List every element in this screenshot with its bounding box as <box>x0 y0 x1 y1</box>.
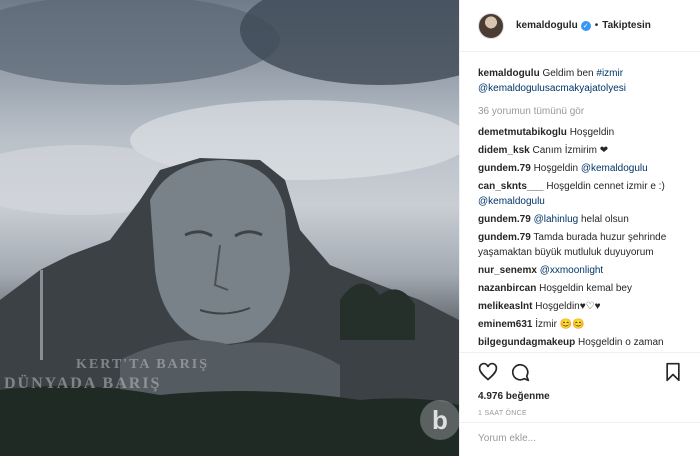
comment-item: gundem.79 @lahinlug helal olsun <box>478 212 682 227</box>
comment-icon[interactable] <box>510 362 530 382</box>
comment-item: demetmutabikoglu Hoşgeldin <box>478 125 682 140</box>
comment-item: nazanbircan Hoşgeldin kemal bey <box>478 281 682 296</box>
watermark-logo: b <box>420 400 459 440</box>
post-caption: kemaldogulu Geldim ben #izmir @kemaldogu… <box>478 66 682 96</box>
comment-item: can_sknts___ Hoşgeldin cennet izmir e :)… <box>478 179 682 209</box>
monument-inscription-bottom: DÜNYADA BARIŞ <box>4 375 162 392</box>
post-actions: 4.976 beğenme 1 SAAT ÖNCE <box>460 352 700 422</box>
avatar[interactable] <box>478 12 504 39</box>
post-header: kemaldogulu ✓ • Takiptesin <box>460 0 700 52</box>
comment-item: bilgegundagmakeup Hoşgeldin o zaman <box>478 335 682 349</box>
comment-item: melikeaslnt Hoşgeldin♥♡♥ <box>478 299 682 314</box>
instagram-post: KERT'TA BARIŞ DÜNYADA BARIŞ b kemaldogul… <box>0 0 700 456</box>
comment-text: Canım İzmirim ❤ <box>532 145 609 156</box>
bookmark-icon[interactable] <box>663 362 683 382</box>
comment-username[interactable]: gundem.79 <box>478 163 531 174</box>
comment-item: gundem.79 Hoşgeldin @kemaldogulu <box>478 161 682 176</box>
caption-text: Geldim ben <box>542 68 594 79</box>
post-timestamp: 1 SAAT ÖNCE <box>478 410 527 417</box>
comment-text: İzmir 😊😊 <box>535 319 585 330</box>
comment-mention[interactable]: @kemaldogulu <box>478 196 545 207</box>
comment-username[interactable]: gundem.79 <box>478 214 531 225</box>
following-button[interactable]: Takiptesin <box>602 20 651 31</box>
comment-text: Hoşgeldin kemal bey <box>539 283 632 294</box>
comment-text: Hoşgeldin o zaman <box>578 337 664 348</box>
comments-list: kemaldogulu Geldim ben #izmir @kemaldogu… <box>460 52 700 349</box>
add-comment-field[interactable]: Yorum ekle... <box>460 422 700 456</box>
header-username[interactable]: kemaldogulu <box>516 20 578 31</box>
comment-text: helal olsun <box>580 214 629 225</box>
like-count[interactable]: 4.976 beğenme <box>478 391 683 402</box>
comment-item: didem_ksk Canım İzmirim ❤ <box>478 143 682 158</box>
comment-text: Hoşgeldin♥♡♥ <box>535 301 601 312</box>
comment-username[interactable]: melikeaslnt <box>478 301 532 312</box>
comment-username[interactable]: eminem631 <box>478 319 532 330</box>
caption-username[interactable]: kemaldogulu <box>478 68 540 79</box>
view-all-comments-link[interactable]: 36 yorumun tümünü gör <box>478 106 682 117</box>
comment-username[interactable]: bilgegundagmakeup <box>478 337 575 348</box>
comment-text: Hoşgeldin cennet izmir e :) <box>546 181 665 192</box>
verified-badge-icon: ✓ <box>580 20 591 31</box>
comment-username[interactable]: can_sknts___ <box>478 181 544 192</box>
comment-username[interactable]: demetmutabikoglu <box>478 127 567 138</box>
comment-text: Hoşgeldin <box>533 163 579 174</box>
comment-username[interactable]: nur_senemx <box>478 265 537 276</box>
comment-text: Hoşgeldin <box>569 127 615 138</box>
comment-item: eminem631 İzmir 😊😊 <box>478 317 682 332</box>
comment-mention[interactable]: @kemaldogulu <box>581 163 648 174</box>
comment-item: gundem.79 Tamda burada huzur şehrinde ya… <box>478 230 682 260</box>
monument-inscription-top: KERT'TA BARIŞ <box>76 357 210 372</box>
caption-mention[interactable]: @kemaldogulusacmakyajatolyesi <box>478 83 626 94</box>
caption-hashtag[interactable]: #izmir <box>596 68 623 79</box>
comment-username[interactable]: didem_ksk <box>478 145 530 156</box>
action-icons <box>478 361 683 383</box>
header-separator: • <box>594 20 599 31</box>
comment-item: nur_senemx @xxmoonlight <box>478 263 682 278</box>
comment-mention[interactable]: @xxmoonlight <box>540 265 604 276</box>
comment-username[interactable]: gundem.79 <box>478 232 531 243</box>
post-photo[interactable]: KERT'TA BARIŞ DÜNYADA BARIŞ b <box>0 0 459 456</box>
comment-username[interactable]: nazanbircan <box>478 283 536 294</box>
heart-icon[interactable] <box>478 362 498 382</box>
comment-mention[interactable]: @lahinlug <box>534 214 579 225</box>
post-side-panel: kemaldogulu ✓ • Takiptesin kemaldogulu G… <box>459 0 700 456</box>
